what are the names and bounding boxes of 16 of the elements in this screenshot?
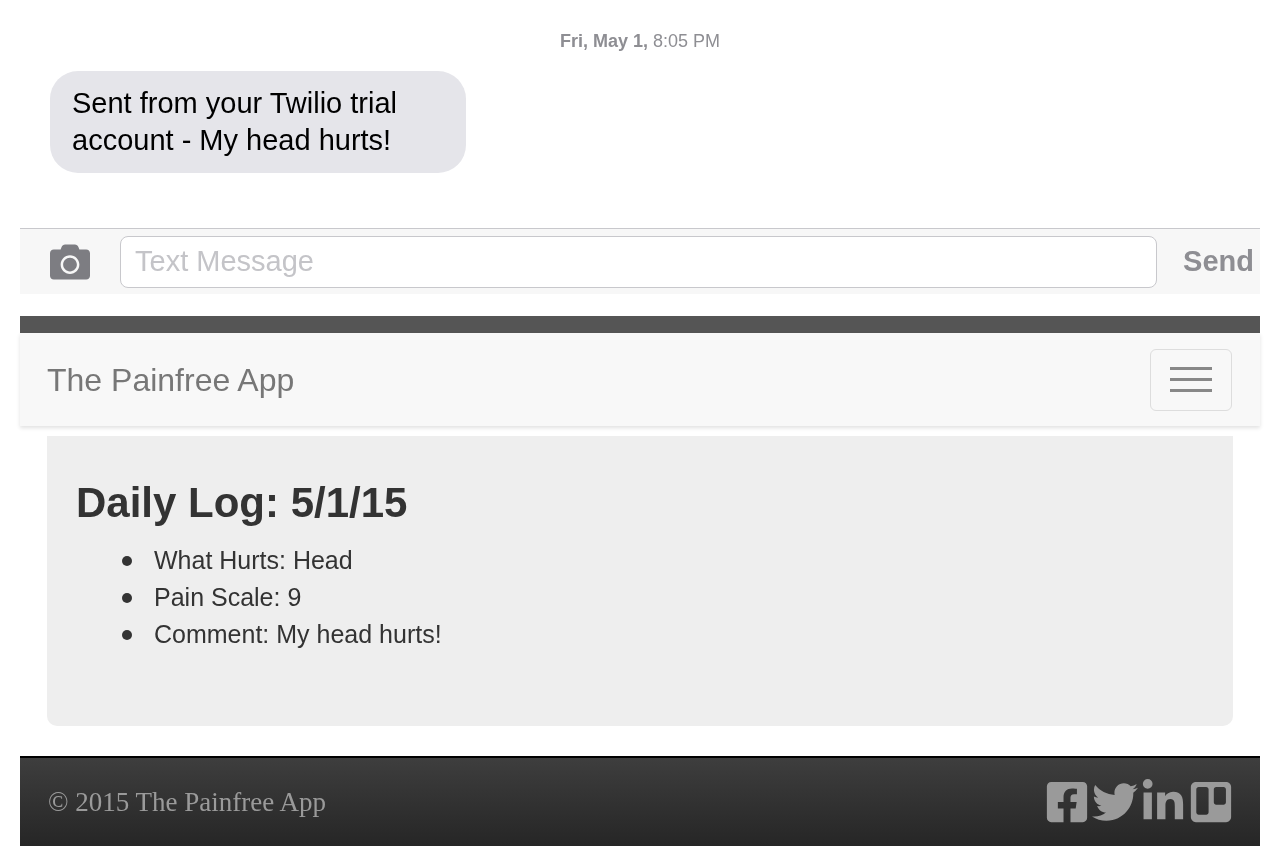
copyright-text: © 2015 The Painfree App — [48, 785, 326, 819]
bullet-icon — [122, 629, 132, 640]
facebook-icon[interactable] — [1044, 779, 1090, 825]
message-input-field[interactable]: Text Message — [120, 235, 1158, 288]
log-entry: Pain Scale: 9 — [154, 582, 302, 614]
send-button[interactable]: Send — [1183, 239, 1254, 284]
trello-icon[interactable] — [1188, 779, 1234, 825]
bullet-icon — [122, 592, 132, 603]
app-brand[interactable]: The Painfree App — [47, 355, 295, 404]
menu-button[interactable] — [1150, 348, 1232, 411]
log-title: Daily Log: 5/1/15 — [76, 478, 409, 528]
message-bubble: Sent from your Twilio trial account - My head hurts! — [50, 71, 466, 173]
bullet-icon — [122, 555, 132, 566]
log-entry: Comment: My head hurts! — [154, 619, 442, 651]
log-entry: What Hurts: Head — [154, 545, 353, 577]
message-timestamp: Fri, May 1, 8:05 PM — [559, 30, 721, 53]
